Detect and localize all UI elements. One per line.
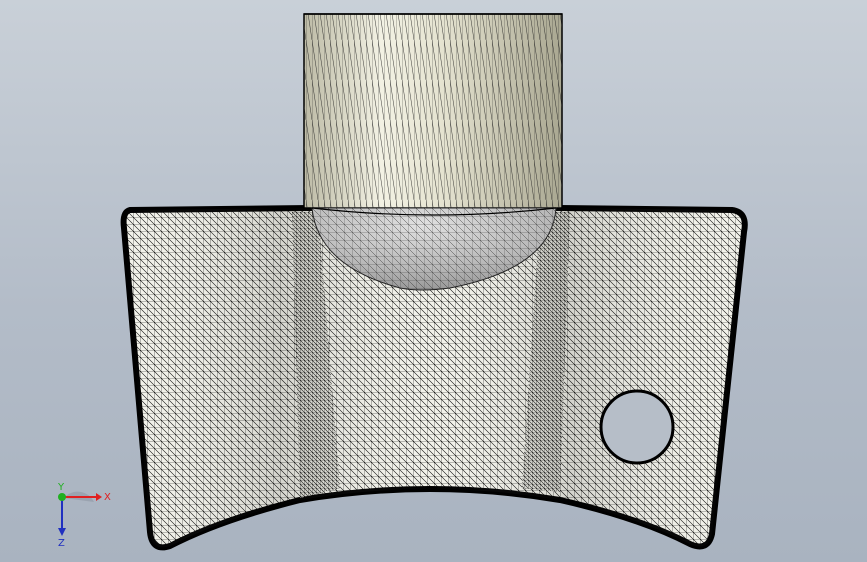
graphics-viewport[interactable]: X Z Y [0,0,867,562]
z-axis-label: Z [58,538,65,546]
orientation-triad: X Z Y [57,482,111,546]
y-axis-dot [58,493,66,501]
z-axis-arrow [58,528,66,536]
x-axis-label: X [104,492,111,503]
y-axis-label: Y [57,482,65,493]
mesh-model-view[interactable] [0,0,867,562]
mounting-hole [599,389,675,465]
x-axis-arrow [96,493,102,501]
cylinder-shaft [303,13,563,209]
